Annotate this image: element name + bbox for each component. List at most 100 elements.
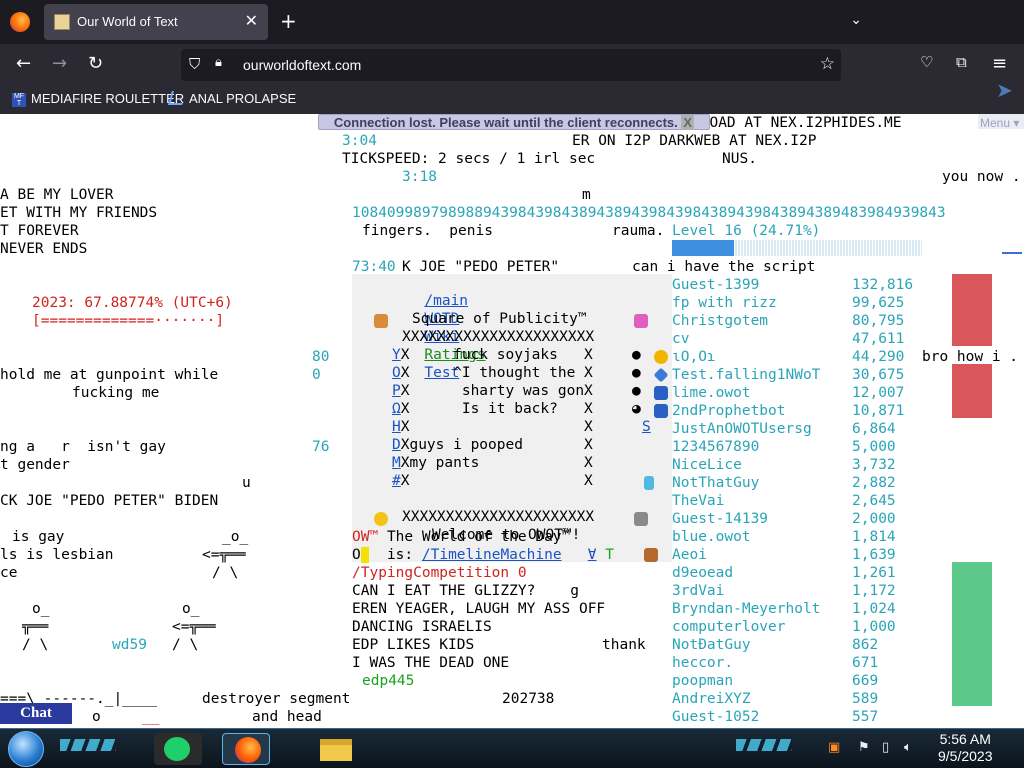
panel-row: MXmy pants X [392, 454, 593, 472]
folder-icon [320, 739, 352, 761]
world-text-line: I WAS THE DEAD ONE [352, 655, 510, 671]
navigation-toolbar: ← → ↻ ⛉ 🔒︎ ourworldoftext.com ☆ ♡ ⧉ ≡ [0, 44, 1024, 86]
world-text-line: thank [602, 637, 646, 653]
bookmark-star-icon[interactable]: ☆ [820, 54, 835, 74]
world-text-line: you now . [942, 169, 1021, 185]
volume-icon[interactable]: 🔈︎ [904, 740, 912, 755]
panel-row-key[interactable]: H [392, 419, 401, 435]
leaderboard-score: 1,814 [852, 529, 896, 545]
link-main[interactable]: /main [424, 293, 468, 309]
clock-time: 5:56 AM [939, 731, 991, 747]
world-text-line: <=╦══ [172, 619, 216, 635]
taskbar-firefox[interactable] [222, 733, 270, 765]
url-text[interactable]: ourworldoftext.com [243, 57, 361, 73]
star-emoji-icon [654, 386, 668, 400]
address-bar[interactable]: ⛉ 🔒︎ ourworldoftext.com ☆ [181, 49, 841, 81]
leaderboard-name: Guest-14139 [672, 511, 769, 527]
leaderboard-name: NiceLice [672, 457, 742, 473]
start-button[interactable] [8, 731, 44, 767]
tray-app-icon[interactable]: ▣ [828, 740, 840, 755]
banner-close-button[interactable]: X [681, 115, 695, 130]
panel-row-key[interactable]: D [392, 437, 401, 453]
leaderboard-name: NotThatGuy [672, 475, 760, 491]
bookmarks-toolbar: MF T MEDIAFIRE ROULETTER ANAL PROLAPSE ➤ [0, 80, 1024, 114]
tab-close-icon[interactable]: ✕ [245, 11, 258, 31]
world-text-line: DANCING ISRAELIS [352, 619, 492, 635]
panel-row-text: X fuck soyjaks X [400, 347, 593, 363]
world-text-line: o_ [32, 601, 50, 617]
system-clock[interactable]: 5:56 AM 9/5/2023 [938, 731, 993, 765]
taskbar: ▣ ⚑ ▯ 🔈︎ 5:56 AM 9/5/2023 [0, 728, 1024, 768]
banner-text: Connection lost. Please wait until the c… [333, 115, 678, 130]
taskbar-decoration [60, 739, 116, 751]
panel-row-key[interactable]: Y [392, 347, 401, 363]
padlock-icon[interactable]: 🔒︎ [215, 55, 222, 70]
world-text-line: EREN YEAGER, LAUGH MY ASS OFF [352, 601, 606, 617]
list-all-tabs-icon[interactable]: ⌄ [850, 12, 862, 28]
tracking-shield-icon[interactable]: ⛉ [189, 55, 200, 73]
pocket-icon[interactable]: ♡ [920, 53, 933, 71]
world-text-line: <=╦══ [202, 547, 246, 563]
panel-row-key[interactable]: Ω [392, 401, 401, 417]
world-text-line: 3:18 [402, 169, 437, 185]
panel-row-key[interactable]: O [392, 365, 401, 381]
phone-emoji-icon [644, 476, 654, 490]
world-text-line: [=============·······] [32, 313, 225, 329]
panel-row-key[interactable]: M [392, 455, 401, 471]
menu-button[interactable]: Menu ▾ [978, 114, 1024, 130]
taskbar-explorer[interactable] [312, 733, 360, 765]
world-text-line: u [242, 475, 251, 491]
leaderboard-name: poopman [672, 673, 734, 689]
leaderboard-name: TheVai [672, 493, 725, 509]
world-text-line: _o_ [222, 529, 249, 545]
timeline-machine-link[interactable]: /TimelineMachine [422, 547, 562, 563]
bookmark-prolapse[interactable]: ANAL PROLAPSE [168, 91, 296, 106]
panel-row-key[interactable]: P [392, 383, 401, 399]
panel-row-text: X X [400, 473, 593, 489]
rating-bar-red [952, 364, 992, 418]
forward-arrow-icon[interactable]: → [52, 53, 67, 74]
flag-icon[interactable]: ⚑ [858, 740, 870, 755]
panel-row-key[interactable]: # [392, 473, 401, 489]
extensions-icon[interactable]: ⧉ [956, 53, 967, 71]
hamburger-menu-icon[interactable]: ≡ [992, 53, 1007, 74]
firefox-view-icon[interactable] [10, 12, 30, 32]
leaderboard-score: 30,675 [852, 367, 905, 383]
world-text-line: 202738 [502, 691, 555, 707]
taskbar-notes-app[interactable] [154, 733, 202, 765]
leaderboard-score: 589 [852, 691, 879, 707]
panel-row: YX fuck soyjaks X [392, 346, 593, 364]
leaderboard-score: 2,882 [852, 475, 896, 491]
bookmark-label: MEDIAFIRE ROULETTER [31, 91, 185, 106]
notes-app-icon [164, 737, 190, 761]
wotd-is: is: [386, 547, 414, 563]
world-text-line: wd59 [112, 637, 147, 653]
back-arrow-icon[interactable]: ← [16, 53, 31, 74]
panel-row-text: X X [400, 419, 593, 435]
panel-side-glyph: ● [632, 383, 641, 399]
clock-date: 9/5/2023 [938, 748, 993, 764]
taskbar-decoration [736, 739, 792, 751]
bookmark-mediafire[interactable]: MF T MEDIAFIRE ROULETTER [12, 91, 184, 107]
world-text-line: Level 16 (24.71%) [672, 223, 821, 239]
leaderboard-name: Test.falling1NWoT [672, 367, 821, 383]
wotd-tail[interactable]: Ɐ [588, 547, 597, 563]
world-text-line: t gender [0, 457, 70, 473]
tab-our-world-of-text[interactable]: Our World of Text ✕ [44, 4, 268, 40]
cat-emoji-icon [634, 512, 648, 526]
reload-icon[interactable]: ↻ [88, 53, 103, 74]
network-icon[interactable]: ▯ [882, 740, 889, 755]
leaderboard-name: 2ndProphetbot [672, 403, 786, 419]
world-text-line: ET WITH MY FRIENDS [0, 205, 158, 221]
new-tab-button[interactable]: + [280, 9, 297, 33]
panel-row-text: Xguys i pooped X [400, 437, 593, 453]
leaderboard-name: Guest-1052 [672, 709, 760, 725]
panel-row-text: X ^I thought the X [400, 365, 593, 381]
leaderboard-name: AndreiXYZ [672, 691, 751, 707]
panel-row-text: X Is it back? X [400, 401, 593, 417]
chat-button[interactable]: Chat [0, 703, 72, 724]
world-text-line: / \ [212, 565, 239, 581]
world-text-line: o [92, 709, 101, 725]
world-canvas[interactable]: NLOAD AT NEX.I2PHIDES.ME 3:04 ER ON I2P DA… [0, 114, 1024, 728]
wotd-line: OW™ The World of the Day™ [352, 528, 570, 546]
